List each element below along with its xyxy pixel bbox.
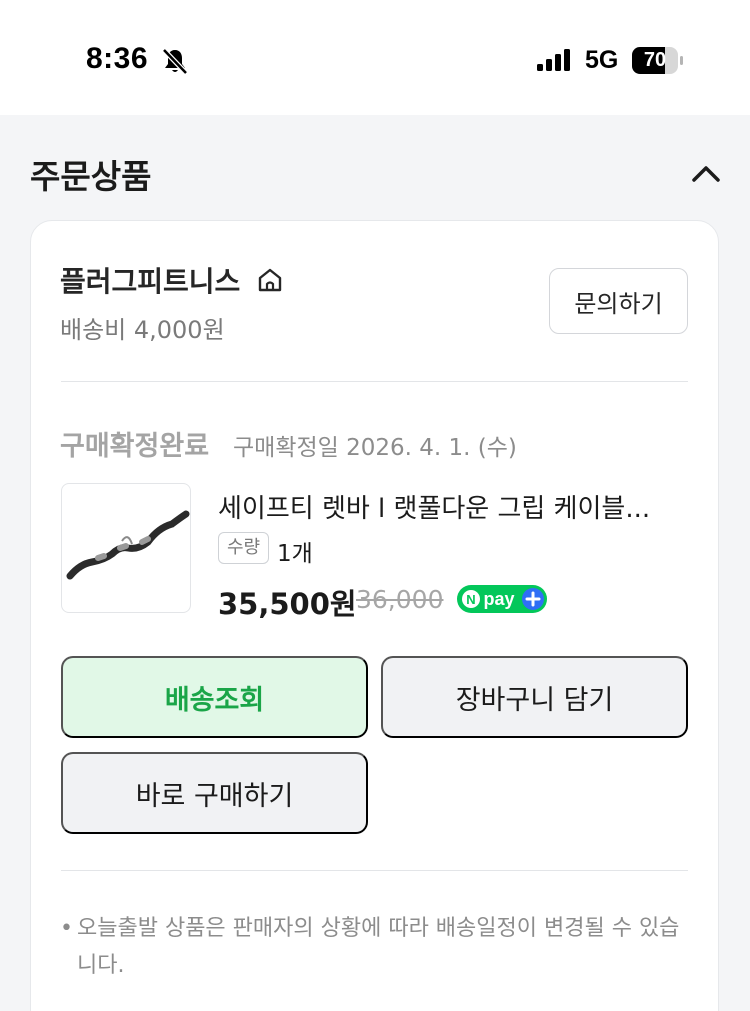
inquiry-button[interactable]: 문의하기 (549, 268, 688, 334)
seller-name[interactable]: 플러그피트니스 (60, 260, 240, 300)
bell-slash-icon (162, 48, 188, 75)
product-image[interactable] (61, 483, 191, 613)
chevron-up-icon[interactable] (686, 158, 726, 188)
divider (61, 381, 688, 382)
divider (61, 870, 688, 871)
confirm-date: 구매확정일 2026. 4. 1. (수) (233, 435, 517, 461)
product-image-bar (66, 510, 190, 580)
network-label: 5G (585, 46, 619, 74)
signal-bars-icon (537, 49, 570, 71)
product-price: 35,500원 (218, 587, 357, 621)
shipping-fee: 배송비 4,000원 (60, 316, 225, 344)
status-bar: 8:36 5G 70 (0, 0, 750, 115)
original-price: 36,000 (356, 585, 444, 614)
svg-text:N: N (466, 592, 475, 607)
quantity-value: 1개 (277, 541, 313, 567)
shipping-notice: • 오늘출발 상품은 판매자의 상황에 따라 배송일정이 변경될 수 있습니다. (60, 910, 685, 984)
status-time: 8:36 (86, 42, 149, 75)
bullet: • (60, 916, 73, 941)
notice-text: 오늘출발 상품은 판매자의 상황에 따라 배송일정이 변경될 수 있습니다. (77, 916, 680, 978)
npay-plus-icon: N pay (457, 585, 547, 613)
quantity-badge: 수량 (218, 532, 270, 564)
add-to-cart-button[interactable]: 장바구니 담기 (381, 656, 688, 738)
home-icon[interactable] (256, 266, 284, 294)
section-title: 주문상품 (30, 157, 152, 196)
order-status: 구매확정완료 (60, 431, 210, 462)
npay-text: pay (483, 589, 514, 609)
battery-level: 70 (643, 49, 667, 71)
product-name[interactable]: 세이프티 렛바 l 랫풀다운 그립 케이블... (218, 488, 678, 525)
buy-now-button[interactable]: 바로 구매하기 (61, 752, 368, 834)
tracking-button[interactable]: 배송조회 (61, 656, 368, 738)
